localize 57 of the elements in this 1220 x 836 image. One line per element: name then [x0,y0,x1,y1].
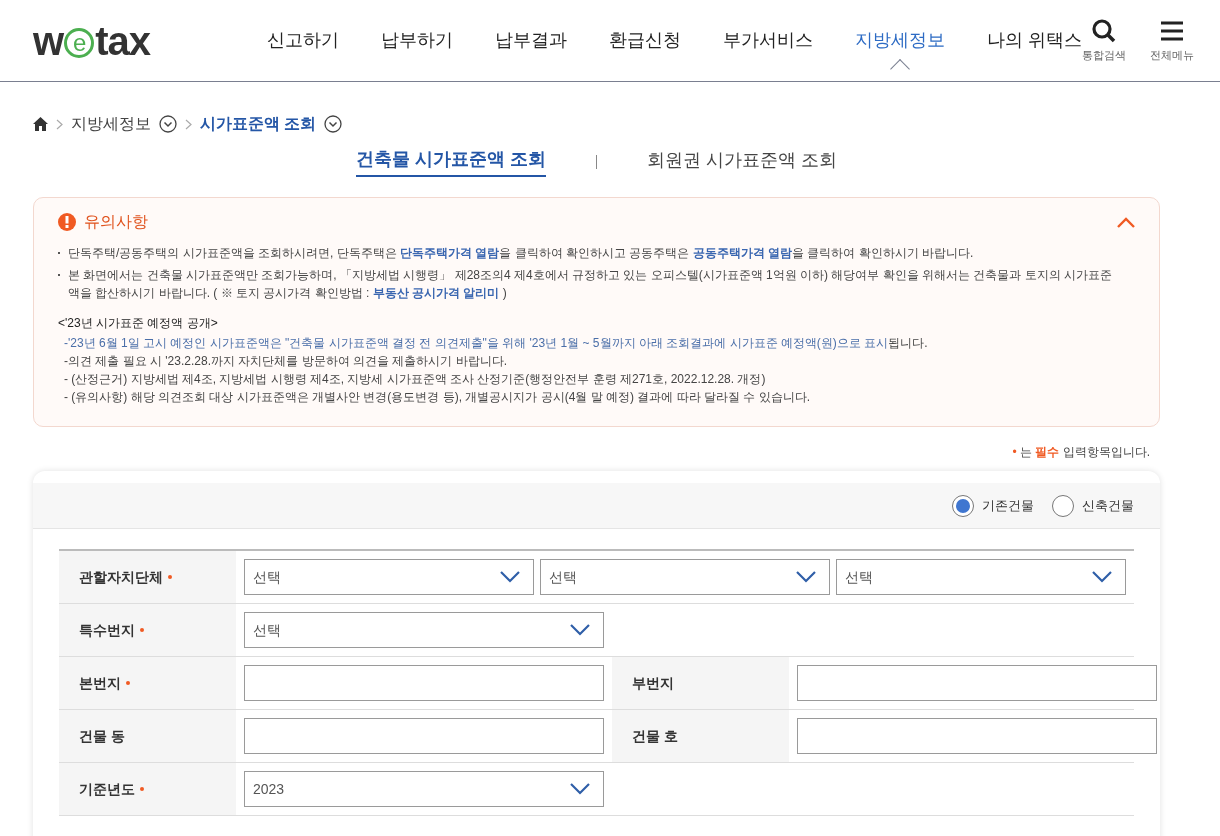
chevron-down-icon [1091,570,1113,584]
chevron-down-icon [499,570,521,584]
chevron-right-icon [56,118,63,130]
required-note: • 는 필수 입력항목입니다. [1011,444,1150,461]
chevron-down-icon [795,570,817,584]
notice-text: 단독주택/공동주택의 시가표준액을 조회하시려면, 단독주택은 단독주택가격 열람을 클릭하여 확인하시고 공동주택은 공동주택가격 열람을 클릭하여 확인하시기 바랍니다. [68,245,975,262]
page-tab[interactable]: 회원권 시가표준액 조회 [647,147,837,176]
search-button[interactable]: 통합검색 [1082,17,1126,64]
notice-text: - (유의사항) 해당 의견조회 대상 시가표준액은 개별사안 변경(용도변경 등), 개별공시지가 공시(4월 말 예정) 결과에 따라 달라질 수 있습니다. [64,389,811,406]
input-field[interactable] [797,665,1157,701]
notice-text: 본 화면에서는 건축물 시가표준액만 조회가능하며, 「지방세법 시행령」 제28조의4 제4호에서 규정하고 있는 오피스텔(시가표준액 1억원 이하) 해당여부 확인을 위해서는 건축물과 토지의 시가표준액을 합산하시기 바랍니다. ( ※ 토지 공시가격 확인방법 : 부동산 공시가격 알리미 ) [68,267,1114,302]
notice-title: 유의사항 [84,212,148,232]
nav-tab[interactable]: 신고하기 [267,27,339,54]
field-label: 기준년도 [79,778,144,800]
nav-tab[interactable]: 환급신청 [609,27,681,54]
nav-tab[interactable]: 지방세정보 [855,27,945,54]
field-label: 관할자치단체 [79,566,172,588]
nav-tab[interactable]: 나의 위택스 [987,27,1082,54]
field-label: 부번지 [632,673,674,693]
menu-button[interactable]: 전체메뉴 [1150,17,1194,64]
breadcrumb-link[interactable]: 지방세정보 [71,112,151,136]
inline-link[interactable]: 공동주택가격 열람 [692,246,793,260]
select-field[interactable]: 선택 [540,559,830,595]
select-field[interactable]: 선택 [244,559,534,595]
nav-tab[interactable]: 납부하기 [381,27,453,54]
chevron-up-icon[interactable] [1117,216,1135,228]
input-field[interactable] [797,718,1157,754]
notice-text: - (산정근거) 지방세법 제4조, 지방세법 시행령 제4조, 지방세 시가표준액 조사 산정기준(행정안전부 훈령 제271호, 2022.12.28. 개정) [64,371,767,388]
notice-text: -'23년 6월 1일 고시 예정인 시가표준액은 "건축물 시가표준액 결정 전 의견제출"을 위해 '23년 1월 ~ 5월까지 아래 조회결과에 시가표준 예정액(원)으로 표시 됩니다. [64,335,929,352]
radio-option[interactable]: 신축건물 [1052,494,1134,517]
inline-link[interactable]: 부동산 공시가격 알리미 [372,286,500,300]
field-label: 건물 호 [632,726,678,746]
nav-tab[interactable]: 부가서비스 [723,27,813,54]
select-field[interactable]: 선택 [244,612,604,648]
chevron-circle-icon[interactable] [159,115,177,133]
field-label: 본번지 [79,672,130,694]
chevron-down-icon [569,782,591,796]
notice-text: -의견 제출 필요 시 '23.2.28.까지 자치단체를 방문하여 의견을 제출하시기 바랍니다. [64,353,508,370]
inline-link[interactable]: 단독주택가격 열람 [400,246,500,260]
nav-tab[interactable]: 납부결과 [495,27,567,54]
select-field[interactable]: 2023 [244,771,604,807]
radio-option[interactable]: 기존건물 [952,494,1034,517]
select-field[interactable]: 선택 [836,559,1126,595]
chevron-right-icon [185,118,192,130]
warning-icon [58,213,76,231]
page-tab[interactable]: 건축물 시가표준액 조회 [356,146,546,177]
chevron-circle-icon[interactable] [324,115,343,133]
field-label: 특수번지 [79,619,144,641]
section-title: <'23년 시가표준 예정액 공개> [58,315,219,332]
breadcrumb-link[interactable]: 시가표준액 조회 [200,112,317,136]
field-label: 건물 동 [79,726,125,746]
input-field[interactable] [244,718,604,754]
home-icon[interactable] [33,117,48,131]
search-icon [1091,17,1117,44]
logo[interactable]: w e tax [33,20,249,61]
input-field[interactable] [244,665,604,701]
chevron-down-icon [569,623,591,637]
